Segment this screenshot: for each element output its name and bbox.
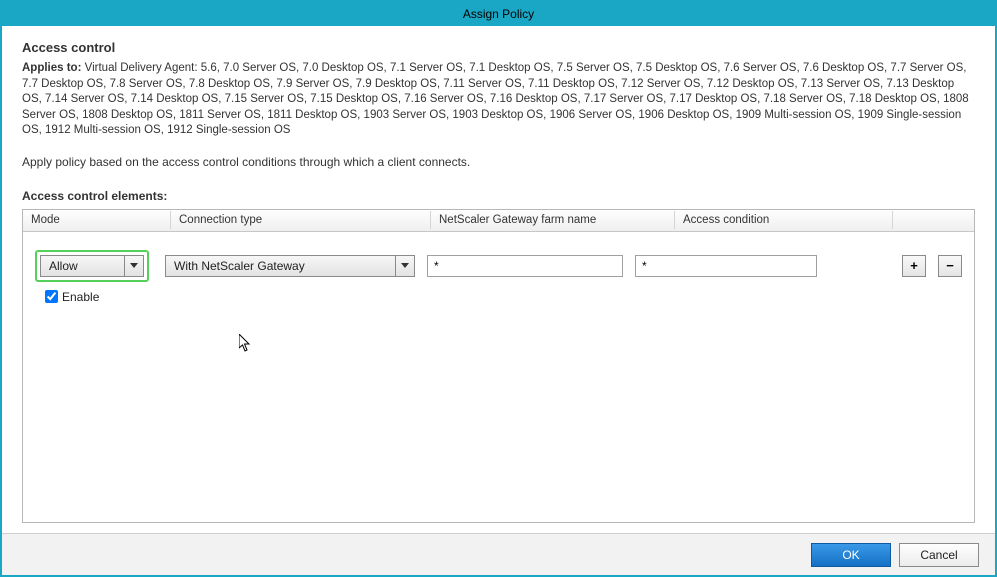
connection-dropdown[interactable]: With NetScaler Gateway [165,255,415,277]
applies-to-text: Applies to: Virtual Delivery Agent: 5.6,… [22,61,975,139]
elements-table: Mode Connection type NetScaler Gateway f… [22,209,975,523]
section-heading: Access control [22,40,975,55]
chevron-down-icon [396,263,414,269]
connection-value: With NetScaler Gateway [166,256,396,276]
mode-value: Allow [41,256,125,276]
enable-label: Enable [62,290,99,304]
apply-description: Apply policy based on the access control… [22,155,975,169]
chevron-down-icon [125,263,143,269]
header-farm: NetScaler Gateway farm name [431,211,675,229]
header-connection: Connection type [171,211,431,229]
mode-dropdown[interactable]: Allow [40,255,144,277]
elements-label: Access control elements: [22,189,975,203]
dialog-window: Assign Policy Access control Applies to:… [0,0,997,577]
content-area: Access control Applies to: Virtual Deliv… [2,26,995,533]
header-actions [893,217,974,223]
add-row-button[interactable]: + [902,255,926,277]
access-condition-field[interactable] [635,255,817,277]
remove-row-button[interactable]: − [938,255,962,277]
table-header: Mode Connection type NetScaler Gateway f… [23,210,974,232]
cancel-button[interactable]: Cancel [899,543,979,567]
dialog-footer: OK Cancel [2,533,995,575]
header-condition: Access condition [675,211,893,229]
header-mode: Mode [23,211,171,229]
ok-button[interactable]: OK [811,543,891,567]
table-row: Allow With NetScaler Gateway [35,250,962,282]
applies-to-value: Virtual Delivery Agent: 5.6, 7.0 Server … [22,62,969,136]
mode-highlight: Allow [35,250,149,282]
enable-row: Enable [35,290,962,304]
window-title: Assign Policy [463,7,534,21]
table-body: Allow With NetScaler Gateway [23,232,974,314]
farm-name-field[interactable] [427,255,623,277]
enable-checkbox[interactable] [45,290,58,303]
titlebar: Assign Policy [2,2,995,26]
applies-to-label: Applies to: [22,62,81,74]
